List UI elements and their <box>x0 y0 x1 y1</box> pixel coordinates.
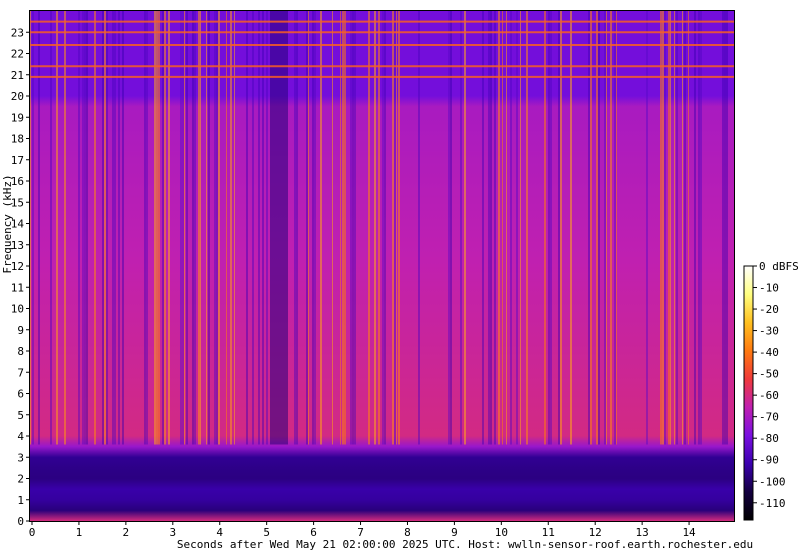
y-tick-label: 11 <box>11 281 24 294</box>
x-tick-label: 2 <box>123 526 130 539</box>
colorbar-scale <box>743 265 754 521</box>
y-tick-label: 9 <box>17 324 24 337</box>
y-tick-label: 5 <box>17 409 24 422</box>
colorbar-tick-label: -30 <box>759 325 779 338</box>
x-tick-label: 1 <box>76 526 83 539</box>
y-tick-label: 2 <box>17 473 24 486</box>
y-axis: 01234567891011121314151617181920212223 <box>11 26 30 528</box>
y-tick-label: 0 <box>17 515 24 528</box>
x-tick-label: 3 <box>169 526 176 539</box>
x-tick-label: 0 <box>29 526 36 539</box>
colorbar-tick-label: -70 <box>759 411 779 424</box>
spectrogram-chart: 0 1 2 3 4 5 6 7 8 9 10 11 12 13 14 0123456789101112131… <box>1 10 799 551</box>
colorbar-tick-label: -100 <box>759 475 786 488</box>
y-tick-label: 22 <box>11 48 24 61</box>
frequency-line <box>30 20 734 23</box>
frequency-line <box>30 31 734 34</box>
colorbar-tick-label: -50 <box>759 368 779 381</box>
colorbar: 0 dBFS -10 -20 -30 -40 -50 -60 -70 -80 -90 -100 -11… <box>743 260 799 521</box>
spectrogram-figure: 0 1 2 3 4 5 6 7 8 9 10 11 12 13 14 0 1 2 3 4 5 6 7 8 9 10 11 12 13 1… <box>0 0 800 552</box>
y-tick-label: 1 <box>17 494 24 507</box>
y-tick-label: 3 <box>17 451 24 464</box>
colorbar-tick-label: -60 <box>759 389 779 402</box>
frequency-line <box>30 65 734 68</box>
y-tick-label: 8 <box>17 345 24 358</box>
y-tick-label: 18 <box>11 133 24 146</box>
y-tick-label: 23 <box>11 26 24 39</box>
y-tick-label: 19 <box>11 111 24 124</box>
x-axis-label: Seconds after Wed May 21 02:00:00 2025 U… <box>177 538 753 551</box>
frequency-line <box>30 75 734 78</box>
y-tick-label: 20 <box>11 90 24 103</box>
frequency-line <box>30 44 734 46</box>
colorbar-tick-label: 0 dBFS <box>759 260 799 273</box>
colorbar-ticks: 0 dBFS -10 -20 -30 -40 -50 -60 -70 -80 -90 -100 -11… <box>753 260 799 510</box>
y-tick-label: 21 <box>11 69 24 82</box>
spectrogram-plot-area <box>30 11 734 521</box>
y-tick-label: 4 <box>17 430 24 443</box>
colorbar-tick-label: -10 <box>759 282 779 295</box>
y-tick-label: 7 <box>17 366 24 379</box>
y-tick-label: 17 <box>11 154 24 167</box>
colorbar-tick-label: -20 <box>759 303 779 316</box>
x-axis: 0 1 2 3 4 5 6 7 8 9 10 11 12 13 14 <box>29 521 696 539</box>
colorbar-tick-label: -110 <box>759 497 786 510</box>
y-tick-label: 10 <box>11 303 24 316</box>
y-axis-label: Frequency (kHz) <box>1 174 14 273</box>
colorbar-tick-label: -90 <box>759 454 779 467</box>
colorbar-tick-label: -80 <box>759 432 779 445</box>
y-tick-label: 6 <box>17 388 24 401</box>
colorbar-tick-label: -40 <box>759 346 779 359</box>
